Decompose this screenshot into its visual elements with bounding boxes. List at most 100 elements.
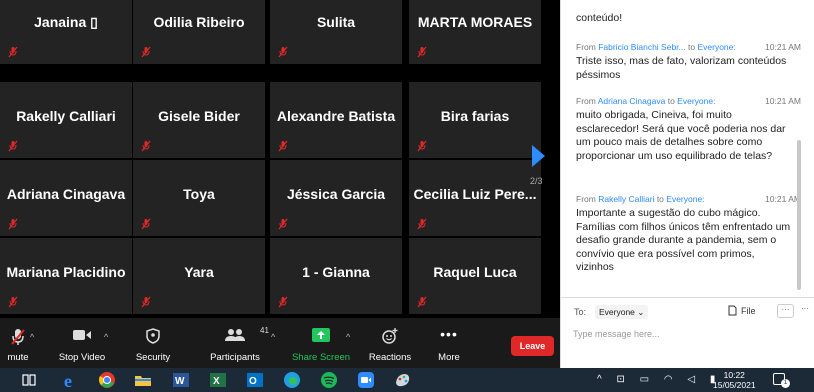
paint-icon[interactable] [394, 371, 412, 389]
task-view-icon[interactable] [20, 371, 38, 389]
chevron-down-icon: ⌄ [637, 307, 645, 317]
participant-tile[interactable]: 1 - Gianna [270, 238, 402, 314]
mic-muted-icon [417, 46, 427, 58]
chat-message: conteúdo! [576, 12, 791, 26]
file-explorer-icon[interactable] [134, 371, 152, 389]
mic-muted-icon [417, 218, 427, 230]
sender-name[interactable]: Adriana Cinagava [598, 96, 666, 106]
video-options-caret[interactable]: ^ [104, 332, 108, 342]
meeting-toolbar: mute ^ Stop Video ^ Security 41 Particip… [0, 318, 560, 368]
participant-tile[interactable]: Sulita [270, 0, 402, 64]
share-screen-button[interactable]: Share Screen [290, 318, 352, 368]
participant-name: Raquel Luca [433, 264, 517, 280]
participant-name: Toya [183, 186, 215, 202]
participant-name: MARTA MORAES [417, 14, 533, 30]
sender-name[interactable]: Fabricio Bianchi Sebr... [598, 42, 685, 52]
mute-button[interactable]: mute [0, 318, 36, 368]
excel-icon[interactable]: X [209, 371, 227, 389]
edge-icon[interactable] [283, 371, 301, 389]
chat-scrollbar[interactable] [797, 140, 801, 290]
mic-muted-icon [8, 46, 18, 58]
mic-muted-icon [8, 218, 18, 230]
participant-tile[interactable]: Rakelly Calliari [0, 82, 132, 158]
participant-tile[interactable]: Mariana Placidino [0, 238, 132, 314]
participant-tile[interactable]: Odilia Ribeiro [133, 0, 265, 64]
chat-panel: conteúdo! From Fabricio Bianchi Sebr... t… [560, 0, 814, 368]
chat-message: From Adriana Cinagava to Everyone: 10:21 … [576, 96, 801, 163]
more-label: More [438, 352, 460, 363]
participants-options-caret[interactable]: ^ [271, 332, 275, 342]
participant-tile[interactable]: Gisele Bider [133, 82, 265, 158]
participant-tile[interactable]: Toya [133, 160, 265, 236]
chat-message-text: Importante a sugestão do cubo mágico. Fa… [576, 207, 791, 273]
to-label: To: [574, 307, 587, 317]
video-camera-icon [73, 330, 91, 340]
participant-name: Sulita [316, 14, 356, 30]
file-button[interactable]: File [728, 305, 756, 316]
clock-date: 15/05/2021 [713, 380, 756, 390]
ellipsis-icon: ••• [440, 326, 458, 342]
participant-tile[interactable]: Bira farias [409, 82, 541, 158]
participant-name: Janaina ▯ [34, 14, 98, 30]
outlook-icon[interactable]: O [246, 371, 264, 389]
participants-button[interactable]: 41 Participants [200, 318, 270, 368]
chat-more-button[interactable]: ··· [777, 304, 794, 318]
mic-muted-icon [141, 140, 151, 152]
share-options-caret[interactable]: ^ [346, 332, 350, 342]
mic-muted-icon [278, 218, 288, 230]
participant-tile[interactable]: Adriana Cinagava [0, 160, 132, 236]
video-grid: Janaina ▯ Odilia Ribeiro Sulita MARTA MORAE… [0, 0, 560, 318]
file-icon [728, 305, 737, 316]
spotify-icon[interactable] [320, 371, 338, 389]
recipient-dropdown[interactable]: Everyone ⌄ [595, 305, 649, 319]
participant-name: Cecilia Luiz Pere... [413, 186, 537, 202]
chat-divider [561, 297, 814, 298]
participant-tile[interactable]: Alexandre Batista [270, 82, 402, 158]
clock-time: 10:22 [723, 370, 745, 380]
participant-name: 1 - Gianna [302, 264, 370, 280]
stop-video-button[interactable]: Stop Video [52, 318, 112, 368]
participant-tile[interactable]: Yara [133, 238, 265, 314]
reactions-button[interactable]: Reactions [362, 318, 418, 368]
chat-messages[interactable]: conteúdo! From Fabricio Bianchi Sebr... t… [561, 0, 814, 296]
word-icon[interactable]: W [172, 371, 190, 389]
system-tray-icons[interactable]: ^ ⊡ ▭ ◠ ◁ ▮ [597, 374, 721, 385]
edge-legacy-icon[interactable]: e [62, 371, 80, 389]
participant-tile[interactable]: Janaina ▯ [0, 0, 132, 64]
microphone-muted-icon [11, 329, 25, 345]
participant-tile[interactable]: MARTA MORAES [409, 0, 541, 64]
mic-muted-icon [141, 296, 151, 308]
security-button[interactable]: Security [128, 318, 178, 368]
mic-muted-icon [141, 46, 151, 58]
mute-options-caret[interactable]: ^ [30, 332, 34, 342]
leave-button[interactable]: Leave [511, 336, 554, 356]
stop-video-label: Stop Video [58, 352, 106, 363]
chat-message: From Rakelly Calliari to Everyone: 10:21 … [576, 194, 801, 275]
chat-message: From Fabricio Bianchi Sebr... to Everyon… [576, 42, 801, 82]
chat-options-button[interactable]: ··· [801, 304, 809, 313]
chat-message-input[interactable] [573, 327, 798, 341]
participant-tile[interactable]: Raquel Luca [409, 238, 541, 314]
participant-tile[interactable]: Jéssica Garcia [270, 160, 402, 236]
notification-badge: 1 [781, 379, 790, 388]
mic-muted-icon [417, 140, 427, 152]
file-label: File [741, 306, 756, 316]
chrome-icon[interactable] [98, 371, 116, 389]
chat-message-text: muito obrigada, Cineiva, foi muito escla… [576, 109, 786, 162]
chat-message-text: Triste isso, mas de fato, valorizam cont… [576, 55, 787, 81]
mic-muted-icon [141, 218, 151, 230]
share-screen-icon [312, 328, 330, 342]
chat-message-header: From Fabricio Bianchi Sebr... to Everyon… [576, 42, 801, 55]
zoom-icon[interactable] [357, 371, 375, 389]
participant-tile[interactable]: Cecilia Luiz Pere... [409, 160, 541, 236]
message-time: 10:21 AM [765, 42, 801, 52]
next-page-arrow[interactable] [532, 145, 545, 167]
recipient-value: Everyone [599, 307, 635, 317]
from-label: From [576, 96, 596, 106]
sender-name[interactable]: Rakelly Calliari [598, 194, 654, 204]
taskbar-clock[interactable]: 10:22 15/05/2021 [713, 370, 756, 390]
from-label: From [576, 194, 596, 204]
windows-taskbar: e W X O ^ ⊡ ▭ ◠ ◁ ▮ 10:22 15/05/2021 1 [0, 368, 814, 392]
more-button[interactable]: ••• More [428, 318, 470, 368]
to-word: to [656, 194, 664, 204]
